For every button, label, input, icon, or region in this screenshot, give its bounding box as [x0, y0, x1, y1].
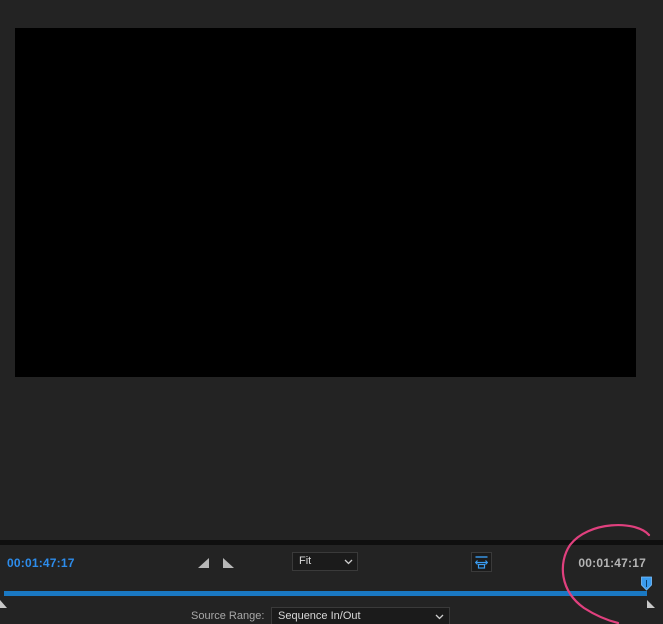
- program-monitor-panel: 00:01:47:17 Fit 00:01:47:17 Source Range…: [0, 0, 663, 624]
- source-range-label: Source Range:: [191, 610, 265, 622]
- fit-width-icon: [475, 556, 488, 569]
- fit-width-button[interactable]: [471, 552, 492, 572]
- duration-timecode: 00:01:47:17: [578, 556, 646, 570]
- in-point-handle[interactable]: [0, 595, 8, 608]
- chevron-down-icon: [435, 614, 444, 620]
- monitor-controls: 00:01:47:17 Fit 00:01:47:17 Source Range…: [0, 545, 663, 624]
- source-range-value: Sequence In/Out: [278, 610, 361, 622]
- out-point-handle[interactable]: [646, 595, 655, 608]
- mark-out-button[interactable]: [221, 556, 235, 568]
- zoom-level-select[interactable]: Fit: [292, 552, 358, 571]
- timeline-scrub-track[interactable]: [4, 591, 647, 596]
- video-preview[interactable]: [15, 28, 636, 377]
- source-range-select[interactable]: Sequence In/Out: [271, 607, 450, 624]
- playhead-icon: [641, 576, 652, 591]
- current-timecode[interactable]: 00:01:47:17: [7, 556, 75, 570]
- mark-out-icon: [223, 558, 234, 568]
- out-point-icon: [647, 600, 655, 608]
- chevron-down-icon: [344, 559, 353, 565]
- in-point-icon: [0, 600, 7, 608]
- mark-in-button[interactable]: [197, 556, 211, 568]
- zoom-level-value: Fit: [299, 555, 312, 567]
- mark-in-icon: [198, 558, 209, 568]
- playhead[interactable]: [640, 576, 653, 592]
